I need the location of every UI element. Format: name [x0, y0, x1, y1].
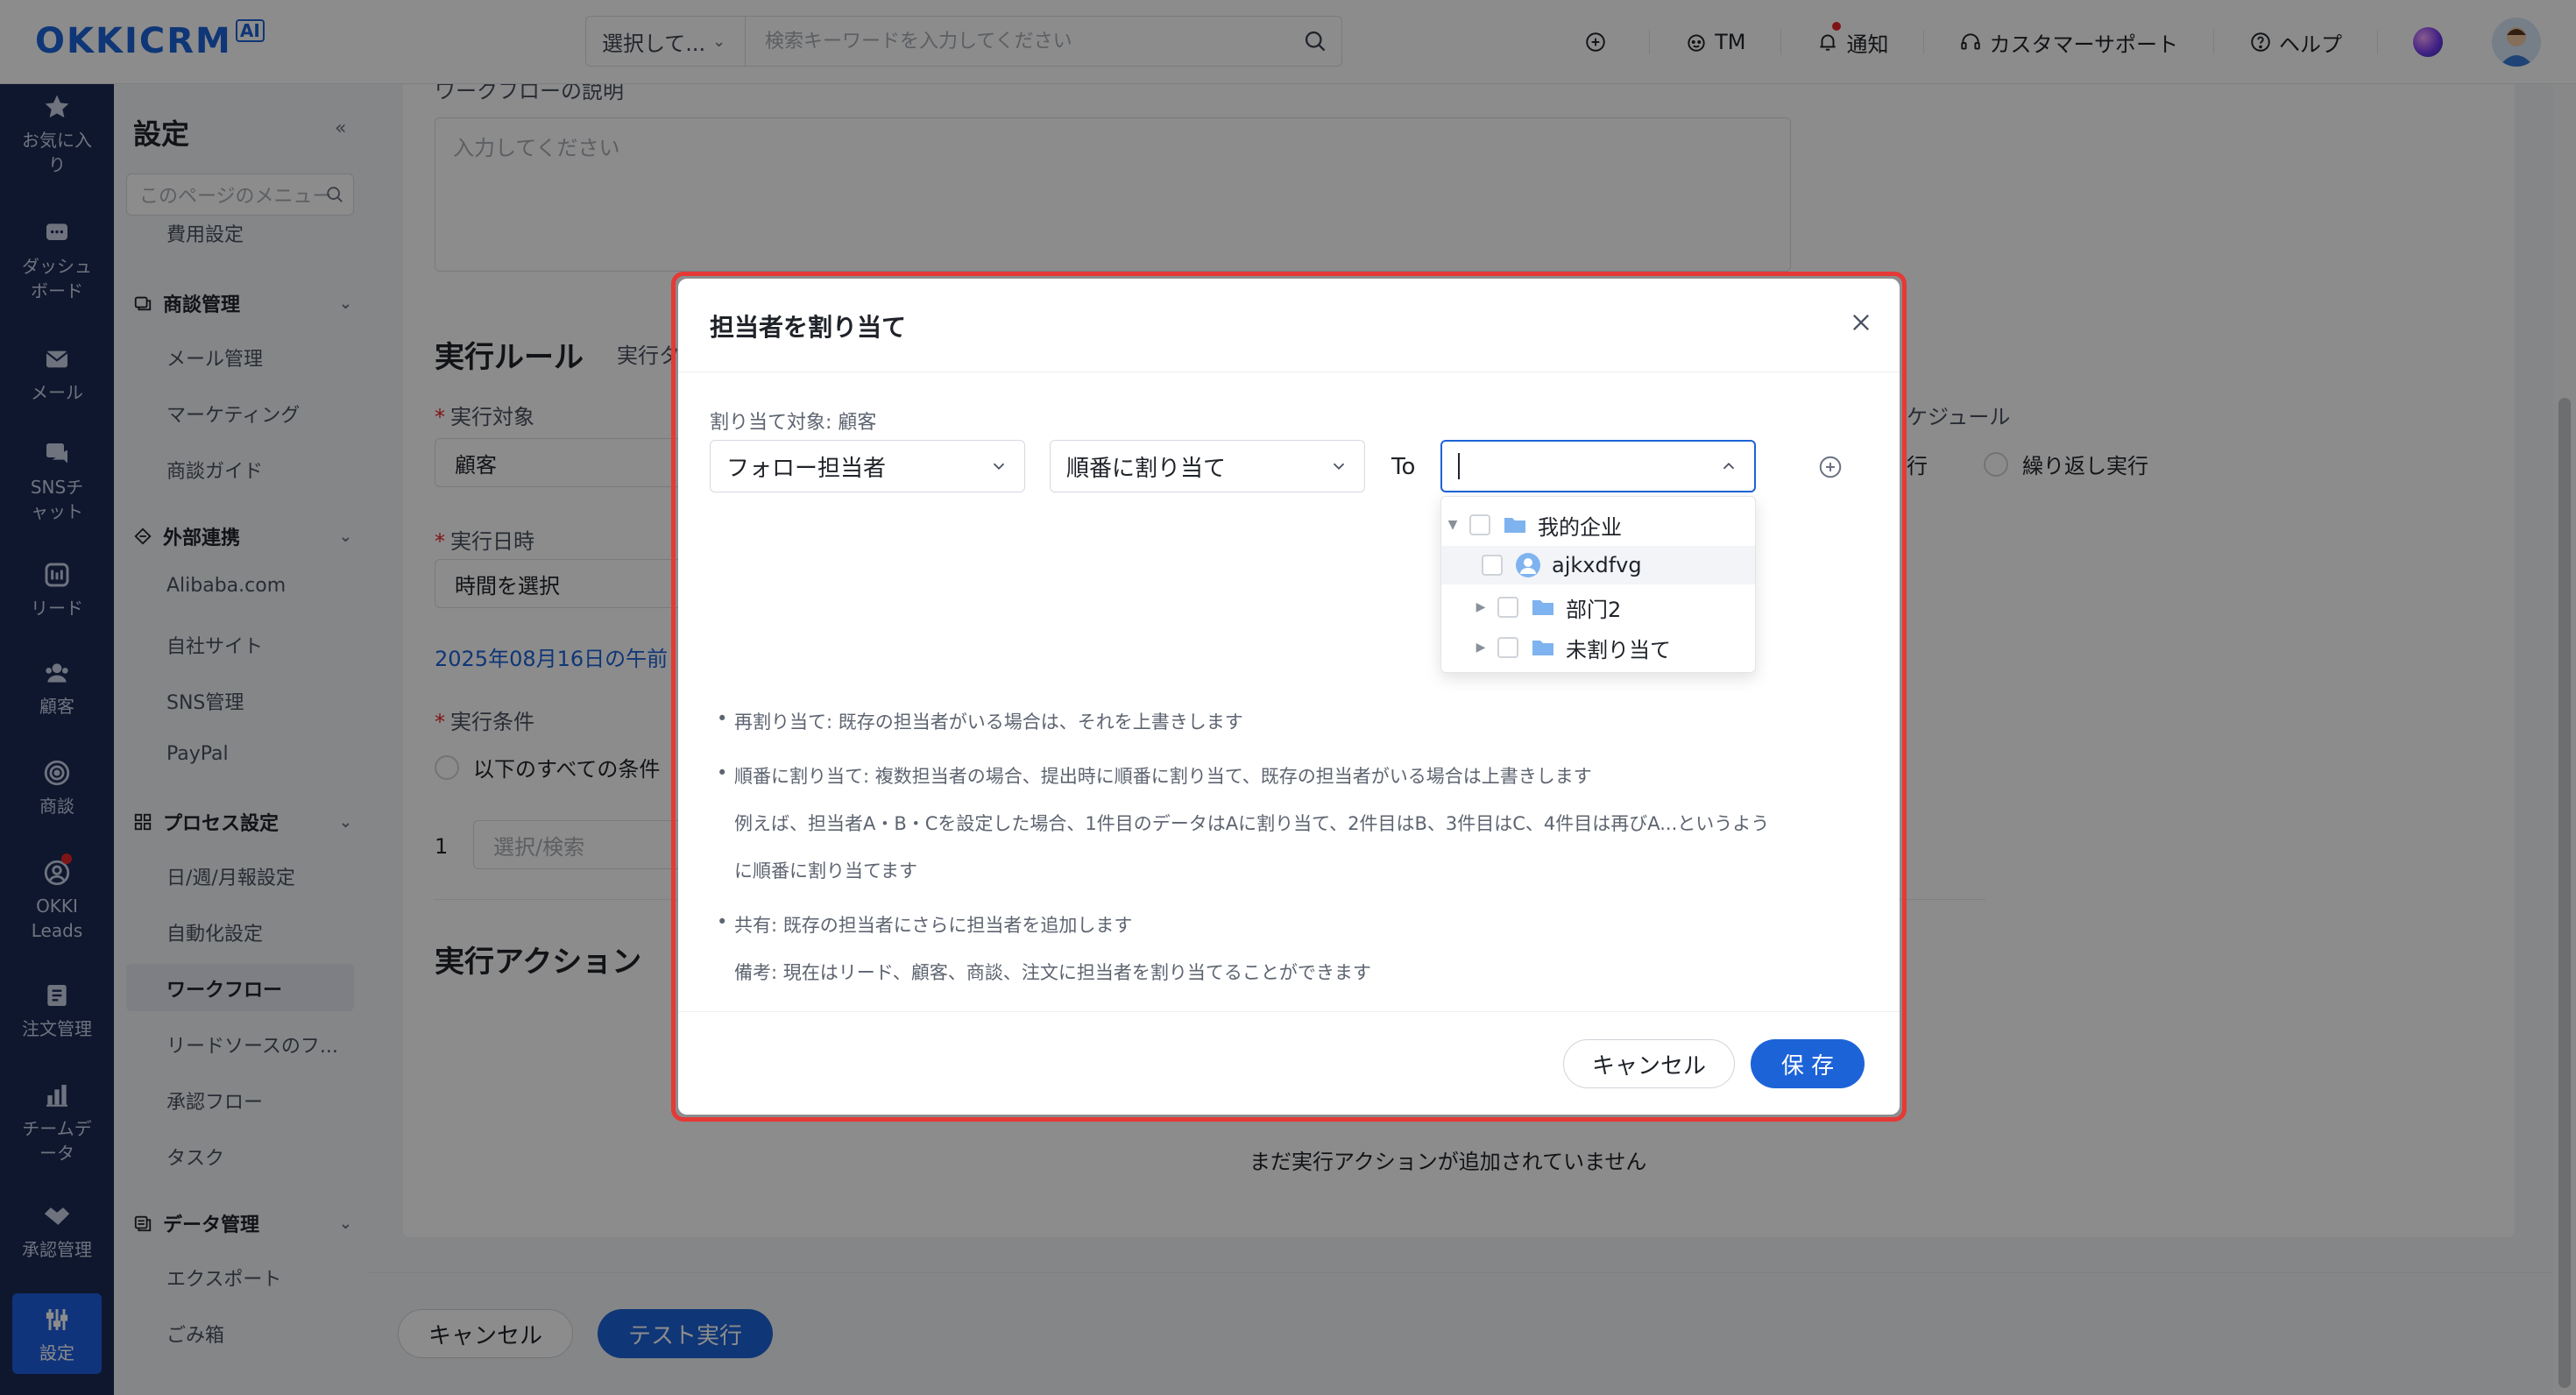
assignee-tree-dropdown: ▼ 我的企业 ajkxdfvg ▶ 部门2 ▶ 未割り当て: [1440, 496, 1756, 673]
tree-node-label: ajkxdfvg: [1552, 553, 1642, 577]
folder-icon: [1503, 514, 1527, 535]
chevron-up-icon: [1719, 457, 1738, 476]
modal-title: 担当者を割り当て: [710, 313, 907, 342]
chevron-down-icon: [989, 457, 1008, 476]
note-reassign: • 再割り当て: 既存の担当者がいる場合は、それを上書きします: [717, 708, 1243, 733]
folder-icon: [1531, 637, 1555, 658]
user-avatar-icon: [1515, 552, 1541, 578]
tree-node-unassigned[interactable]: ▶ 未割り当て: [1441, 628, 1755, 667]
assignee-picker-input[interactable]: [1440, 440, 1756, 492]
divider: [678, 1011, 1900, 1012]
tree-node-label: 未割り当て: [1566, 637, 1671, 662]
checkbox[interactable]: [1482, 555, 1503, 576]
tree-node-label: 部门2: [1566, 597, 1622, 622]
tree-node-user[interactable]: ajkxdfvg: [1441, 546, 1755, 584]
note-remark: 備考: 現在はリード、顧客、商談、注文に担当者を割り当てることができます: [734, 962, 1371, 983]
checkbox[interactable]: [1469, 514, 1490, 535]
assign-target-label: 割り当て対象: 顧客: [710, 412, 877, 434]
tree-node-company[interactable]: ▼ 我的企业: [1441, 506, 1755, 544]
owner-type-value: フォロー担当者: [726, 455, 887, 482]
folder-icon: [1531, 597, 1555, 618]
add-rule-button[interactable]: [1817, 454, 1844, 484]
caret-down-icon[interactable]: ▼: [1445, 518, 1461, 532]
text-caret: [1458, 453, 1460, 479]
close-icon[interactable]: [1849, 310, 1873, 338]
caret-right-icon[interactable]: ▶: [1473, 600, 1489, 614]
chevron-down-icon: [1329, 457, 1348, 476]
note-sequential-example-2: に順番に割り当てます: [734, 860, 917, 882]
tree-node-label: 我的企业: [1538, 514, 1622, 540]
assign-owner-modal: 担当者を割り当て 割り当て対象: 顧客 フォロー担当者 順番に割り当て To ▼…: [678, 279, 1900, 1115]
modal-save-button[interactable]: 保 存: [1751, 1039, 1865, 1088]
owner-type-select[interactable]: フォロー担当者: [710, 440, 1025, 492]
modal-cancel-button[interactable]: キャンセル: [1563, 1039, 1735, 1088]
note-sequential: • 順番に割り当て: 複数担当者の場合、提出時に順番に割り当て、既存の担当者がいる…: [717, 762, 1592, 787]
tree-node-dept2[interactable]: ▶ 部门2: [1441, 588, 1755, 627]
to-label: To: [1391, 454, 1416, 480]
checkbox[interactable]: [1497, 637, 1518, 658]
note-sequential-example: 例えば、担当者A・B・Cを設定した場合、1件目のデータはAに割り当て、2件目はB…: [734, 813, 1770, 834]
checkbox[interactable]: [1497, 597, 1518, 618]
caret-right-icon[interactable]: ▶: [1473, 641, 1489, 655]
assign-method-value: 順番に割り当て: [1066, 455, 1227, 482]
note-share: • 共有: 既存の担当者にさらに担当者を追加します: [717, 911, 1133, 936]
assign-method-select[interactable]: 順番に割り当て: [1050, 440, 1365, 492]
